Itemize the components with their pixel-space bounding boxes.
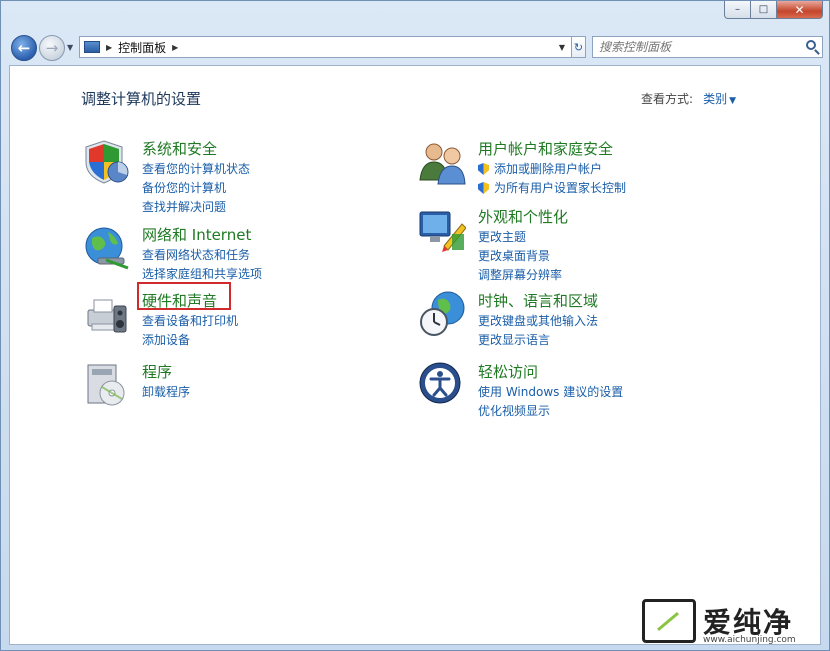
address-bar[interactable]: ▶ 控制面板 ▶ ▼	[79, 36, 572, 58]
link-network-status[interactable]: 查看网络状态和任务	[142, 246, 262, 265]
page-title: 调整计算机的设置	[81, 90, 202, 108]
link-add-remove-accounts[interactable]: 添加或删除用户帐户	[478, 160, 626, 179]
search-icon[interactable]	[806, 40, 816, 50]
link-display-language[interactable]: 更改显示语言	[478, 331, 598, 350]
category-links: 查看您的计算机状态 备份您的计算机 查找并解决问题	[142, 160, 250, 217]
watermark-logo	[642, 599, 696, 643]
category-title[interactable]: 系统和安全	[142, 138, 217, 159]
link-devices-printers[interactable]: 查看设备和打印机	[142, 312, 238, 331]
category-title[interactable]: 时钟、语言和区域	[478, 290, 598, 311]
category-title[interactable]: 外观和个性化	[478, 206, 568, 227]
link-keyboard-input[interactable]: 更改键盘或其他输入法	[478, 312, 598, 331]
window-frame: – □ ✕ ← → ▼ ▶ 控制面板 ▶ ▼ ↻ 调整计算机的设置 查看方式: 类…	[0, 0, 830, 651]
close-button[interactable]: ✕	[777, 1, 823, 19]
forward-arrow-icon: →	[45, 39, 59, 57]
breadcrumb-chevron-icon[interactable]: ▶	[172, 43, 178, 52]
ease-access-icon	[419, 362, 461, 404]
breadcrumb-chevron-icon[interactable]: ▶	[106, 43, 112, 52]
search-box[interactable]	[592, 36, 823, 58]
breadcrumb-control-panel[interactable]: 控制面板	[118, 39, 166, 56]
refresh-button[interactable]: ↻	[572, 36, 586, 58]
link-screen-resolution[interactable]: 调整屏幕分辨率	[478, 266, 562, 285]
link-troubleshoot[interactable]: 查找并解决问题	[142, 198, 250, 217]
category-links: 卸载程序	[142, 383, 190, 402]
link-optimize-display[interactable]: 优化视频显示	[478, 402, 623, 421]
link-desktop-background[interactable]: 更改桌面背景	[478, 247, 562, 266]
view-by-label: 查看方式:	[641, 92, 694, 106]
link-backup-computer[interactable]: 备份您的计算机	[142, 179, 250, 198]
back-arrow-icon: ←	[17, 39, 31, 57]
chevron-down-icon[interactable]: ▼	[729, 96, 736, 106]
programs-disc-icon	[87, 364, 125, 406]
shield-pie-icon	[85, 140, 129, 184]
address-dropdown-icon[interactable]: ▼	[559, 43, 565, 52]
maximize-button[interactable]: □	[751, 1, 777, 19]
printer-speaker-icon	[87, 299, 127, 333]
refresh-icon: ↻	[573, 40, 584, 54]
watermark-url: www.aichunjing.com	[703, 635, 796, 645]
category-title[interactable]: 程序	[142, 361, 172, 382]
highlight-box	[137, 282, 231, 310]
forward-button[interactable]: →	[39, 35, 65, 61]
view-by: 查看方式: 类别 ▼	[641, 90, 736, 107]
category-title[interactable]: 网络和 Internet	[142, 224, 251, 245]
link-parental-controls[interactable]: 为所有用户设置家长控制	[478, 179, 626, 198]
globe-network-icon	[85, 227, 129, 270]
link-view-computer-status[interactable]: 查看您的计算机状态	[142, 160, 250, 179]
recent-pages-dropdown[interactable]: ▼	[67, 43, 73, 52]
view-by-select[interactable]: 类别	[703, 92, 727, 106]
minimize-button[interactable]: –	[724, 1, 751, 19]
control-panel-icon	[84, 41, 100, 53]
category-title[interactable]: 用户帐户和家庭安全	[478, 138, 613, 159]
search-input[interactable]	[597, 39, 801, 55]
back-button[interactable]: ←	[11, 35, 37, 61]
link-change-theme[interactable]: 更改主题	[478, 228, 562, 247]
users-icon	[419, 143, 466, 185]
control-panel-content: 调整计算机的设置 查看方式: 类别 ▼ 系统和安全 查看您的计算机状态 备份您的计算…	[9, 65, 821, 645]
category-links: 添加或删除用户帐户 为所有用户设置家长控制	[478, 160, 626, 198]
category-links: 查看设备和打印机 添加设备	[142, 312, 238, 350]
link-recommended-settings[interactable]: 使用 Windows 建议的设置	[478, 383, 623, 402]
category-title[interactable]: 轻松访问	[478, 361, 538, 382]
navigation-bar: ← → ▼ ▶ 控制面板 ▶ ▼ ↻	[9, 31, 823, 61]
caption-buttons: – □ ✕	[724, 1, 823, 19]
category-links: 查看网络状态和任务 选择家庭组和共享选项	[142, 246, 262, 284]
clock-globe-icon	[420, 291, 465, 336]
category-links: 更改主题 更改桌面背景 调整屏幕分辨率	[478, 228, 562, 285]
link-add-device[interactable]: 添加设备	[142, 331, 238, 350]
category-links: 更改键盘或其他输入法 更改显示语言	[478, 312, 598, 350]
monitor-palette-icon	[419, 211, 466, 252]
category-links: 使用 Windows 建议的设置 优化视频显示	[478, 383, 623, 421]
link-uninstall-program[interactable]: 卸载程序	[142, 383, 190, 402]
